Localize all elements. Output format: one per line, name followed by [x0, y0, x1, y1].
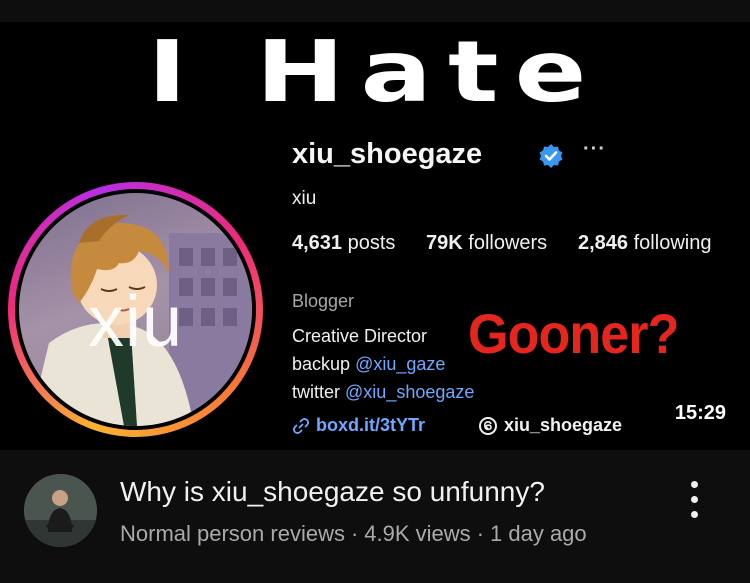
posts-count: 4,631	[292, 232, 343, 254]
more-actions-icon[interactable]	[680, 478, 710, 524]
video-thumbnail[interactable]: I Hate xiu xiu_shoegaze ··· xiu 4,631 po…	[0, 22, 750, 450]
profile-avatar-frame: xiu	[15, 189, 256, 430]
upload-age: 1 day ago	[490, 521, 587, 546]
profile-avatar-ring: xiu	[8, 182, 263, 437]
bio-line-1: Creative Director	[292, 326, 428, 346]
bio-line-2: backup @xiu_gaze	[292, 354, 445, 375]
channel-avatar-image	[24, 474, 97, 547]
bio-twitter-handle: @xiu_shoegaze	[345, 382, 475, 402]
channel-avatar[interactable]	[24, 474, 97, 547]
kebab-dot	[691, 481, 698, 488]
posts-stat: 4,631 posts	[292, 232, 395, 255]
avatar-watermark-text: xiu	[87, 282, 184, 362]
meta-separator: ·	[350, 521, 359, 546]
profile-link-text: boxd.it/3tYTr	[316, 415, 426, 435]
bio-backup-prefix: backup	[292, 354, 351, 374]
thumbnail-overlay-question: Gooner?	[468, 302, 679, 365]
meta-separator: ·	[476, 521, 485, 546]
thumbnail-overlay-title: I Hate	[147, 22, 603, 122]
video-meta-row: Why is xiu_shoegaze so unfunny? Normal p…	[0, 450, 750, 583]
profile-display-name: xiu	[292, 188, 317, 209]
following-stat: 2,846 following	[578, 232, 711, 255]
bio-line-3: twitter @xiu_shoegaze	[292, 382, 474, 403]
kebab-dot	[691, 511, 698, 518]
following-count: 2,846	[578, 232, 629, 254]
verified-badge-icon	[539, 144, 563, 168]
followers-stat: 79K followers	[426, 232, 547, 255]
posts-label: posts	[347, 232, 396, 254]
profile-avatar-image: xiu	[19, 193, 252, 426]
bio-backup-handle: @xiu_gaze	[355, 354, 446, 374]
profile-username: xiu_shoegaze	[292, 138, 483, 170]
followers-count: 79K	[426, 232, 463, 254]
followers-label: followers	[468, 232, 548, 254]
following-label: following	[633, 232, 712, 254]
profile-category: Blogger	[292, 291, 355, 311]
top-strip	[0, 0, 750, 22]
channel-name[interactable]: Normal person reviews	[120, 521, 345, 546]
threads-icon	[479, 417, 497, 435]
more-options-icon: ···	[583, 138, 606, 160]
kebab-dot	[691, 496, 698, 503]
video-duration-badge: 15:29	[666, 399, 734, 428]
video-title[interactable]: Why is xiu_shoegaze so unfunny?	[120, 476, 545, 508]
view-count: 4.9K views	[364, 521, 471, 546]
bio-twitter-prefix: twitter	[292, 382, 341, 402]
link-icon	[293, 418, 309, 434]
video-metadata: Normal person reviews · 4.9K views · 1 day a…	[120, 521, 587, 547]
threads-handle: xiu_shoegaze	[504, 415, 623, 435]
